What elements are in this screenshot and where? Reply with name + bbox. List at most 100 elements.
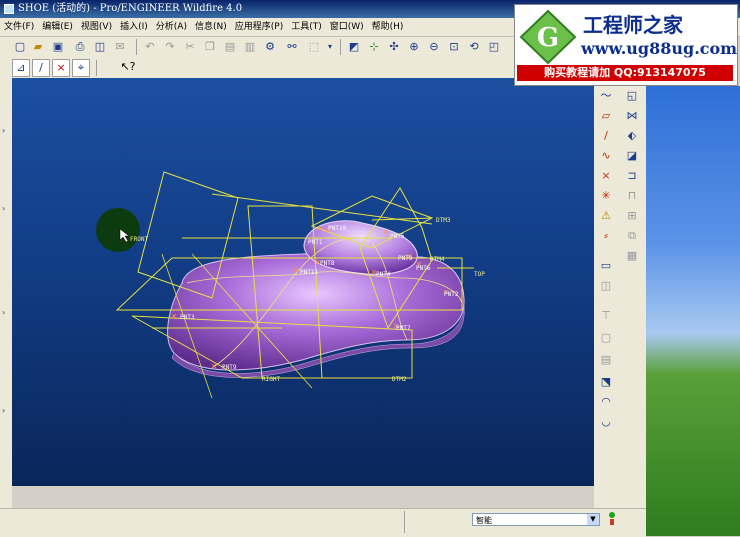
label-pnt0[interactable]: PNT0	[398, 255, 413, 262]
curve-icon[interactable]: ∿	[598, 148, 614, 164]
menu-window[interactable]: 窗口(W)	[326, 18, 368, 36]
analysis-icon[interactable]: ⚠	[598, 208, 614, 224]
open-icon[interactable]: ▰	[30, 39, 46, 55]
plane-icon[interactable]: ▱	[598, 108, 614, 124]
fill-icon[interactable]: ▭	[598, 258, 614, 274]
filter-value: 智能	[476, 516, 492, 525]
intersect-icon[interactable]: ⧉	[624, 228, 640, 244]
zoom-in-icon[interactable]: ⊕	[406, 39, 422, 55]
label-pnt11[interactable]: PNT11	[300, 269, 318, 276]
datum-plane-display-icon[interactable]: ⊿	[12, 59, 30, 77]
copy-icon[interactable]: ❐	[202, 39, 218, 55]
toolbar-separator	[136, 39, 137, 55]
menu-view[interactable]: 视图(V)	[77, 18, 116, 36]
menu-edit[interactable]: 编辑(E)	[38, 18, 77, 36]
email-icon[interactable]: ✉	[112, 39, 128, 55]
datum-axis-display-icon[interactable]: /	[32, 59, 50, 77]
label-pnt2[interactable]: PNT2	[444, 291, 459, 298]
draft-icon[interactable]: ⬔	[598, 374, 614, 390]
status-divider	[404, 511, 405, 533]
shell-icon[interactable]: ▢	[598, 330, 614, 346]
label-pnt10[interactable]: PNT10	[328, 225, 346, 232]
feature-toolbar: 〜 ◱ ▱ ⋈ / ⬖ ∿ ◪ × ⊐ ✳ ⊓ ⚠ ⊞ ⸗ ⧉ ▦ ▭ ◫ ⊤ …	[594, 78, 646, 516]
sketch-icon[interactable]: 〜	[598, 88, 614, 104]
extrude-icon[interactable]: ⬖	[624, 128, 640, 144]
label-pnt6[interactable]: PNT6	[416, 265, 431, 272]
label-dtm3[interactable]: DTM3	[436, 217, 451, 224]
label-pnt4[interactable]: PNT4	[376, 271, 391, 278]
save-icon[interactable]: ▣	[50, 39, 66, 55]
chevron-down-icon[interactable]: ▼	[587, 514, 599, 525]
trim-icon[interactable]: ⊓	[624, 188, 640, 204]
site-url: www.ug88ug.com	[581, 39, 738, 58]
menu-tools[interactable]: 工具(T)	[287, 18, 326, 36]
expand-arrow-icon[interactable]: ›	[2, 204, 5, 213]
desktop-background	[646, 86, 740, 536]
select-box-icon[interactable]: ⬚	[306, 39, 322, 55]
paste-icon[interactable]: ▤	[222, 39, 238, 55]
menu-insert[interactable]: 插入(I)	[116, 18, 152, 36]
context-help-icon[interactable]: ↖?	[120, 59, 136, 75]
chamfer-icon[interactable]: ◡	[598, 414, 614, 430]
status-light-icon	[608, 512, 616, 526]
site-logo-icon: G	[519, 9, 577, 65]
selection-filter[interactable]: 智能 ▼	[472, 513, 600, 526]
regenerate-icon[interactable]: ⚙	[262, 39, 278, 55]
sweep-icon[interactable]: ◪	[624, 148, 640, 164]
csys-display-icon[interactable]: ⌖	[72, 59, 90, 77]
repaint-icon[interactable]: ◩	[346, 39, 362, 55]
datum-icon[interactable]: ◱	[624, 88, 640, 104]
expand-arrow-icon[interactable]: ›	[2, 126, 5, 135]
rib-icon[interactable]: ▤	[598, 352, 614, 368]
round-icon[interactable]: ◠	[598, 394, 614, 410]
label-pnt9[interactable]: PNT9	[222, 364, 237, 371]
print-icon[interactable]: ⎙	[72, 39, 88, 55]
solidify-icon[interactable]: ◫	[598, 278, 614, 294]
csys-icon[interactable]: ✳	[598, 188, 614, 204]
orient-icon[interactable]: ✣	[386, 39, 402, 55]
label-front[interactable]: FRONT	[130, 236, 148, 243]
menu-applications[interactable]: 应用程序(P)	[231, 18, 287, 36]
label-pnt8[interactable]: PNT8	[320, 260, 335, 267]
menu-analysis[interactable]: 分析(A)	[152, 18, 191, 36]
preview-icon[interactable]: ◫	[92, 39, 108, 55]
menu-info[interactable]: 信息(N)	[191, 18, 231, 36]
label-pnt1[interactable]: PNT1	[308, 239, 323, 246]
graphics-viewport[interactable]: FRONT RIGHT TOP DTM2 DTM3 DTM4 PNT0 PNT1…	[12, 78, 594, 486]
cut-icon[interactable]: ✂	[182, 39, 198, 55]
offset-icon[interactable]: ▦	[624, 248, 640, 264]
orient2-icon[interactable]: ⟲	[466, 39, 482, 55]
select-dropdown-icon[interactable]: ▾	[322, 39, 338, 55]
spin-center-icon[interactable]: ⊹	[366, 39, 382, 55]
label-pnt5[interactable]: PNT5	[390, 233, 405, 240]
label-top[interactable]: TOP	[474, 271, 485, 278]
label-pnt7[interactable]: PNT7	[396, 325, 411, 332]
datum-point-display-icon[interactable]: ×	[52, 59, 70, 77]
expand-arrow-icon[interactable]: ›	[2, 308, 5, 317]
expand-arrow-icon[interactable]: ›	[2, 406, 5, 415]
zoom-out-icon[interactable]: ⊖	[426, 39, 442, 55]
undo-icon[interactable]: ↶	[142, 39, 158, 55]
app-icon	[4, 4, 14, 14]
label-right[interactable]: RIGHT	[262, 376, 280, 383]
label-pnt3[interactable]: PNT3	[180, 314, 195, 321]
label-dtm4[interactable]: DTM4	[430, 256, 445, 263]
new-icon[interactable]: ▢	[12, 39, 28, 55]
window-title: SHOE (活动的) - Pro/ENGINEER Wildfire 4.0	[18, 3, 243, 14]
paste-special-icon[interactable]: ▥	[242, 39, 258, 55]
mirror-icon[interactable]: ⋈	[624, 108, 640, 124]
axis-icon[interactable]: /	[598, 128, 614, 144]
hole-icon[interactable]: ⊤	[598, 308, 614, 324]
menu-file[interactable]: 文件(F)	[0, 18, 38, 36]
model-canvas[interactable]: FRONT RIGHT TOP DTM2 DTM3 DTM4 PNT0 PNT1…	[12, 78, 594, 486]
point-icon[interactable]: ×	[598, 168, 614, 184]
saved-views-icon[interactable]: ◰	[486, 39, 502, 55]
merge-icon[interactable]: ⊞	[624, 208, 640, 224]
redo-icon[interactable]: ↷	[162, 39, 178, 55]
refit-icon[interactable]: ⊡	[446, 39, 462, 55]
boundary-icon[interactable]: ⊐	[624, 168, 640, 184]
menu-help[interactable]: 帮助(H)	[368, 18, 408, 36]
find-icon[interactable]: ⚯	[284, 39, 300, 55]
label-dtm2[interactable]: DTM2	[392, 376, 407, 383]
pattern-icon[interactable]: ⸗	[598, 228, 614, 244]
